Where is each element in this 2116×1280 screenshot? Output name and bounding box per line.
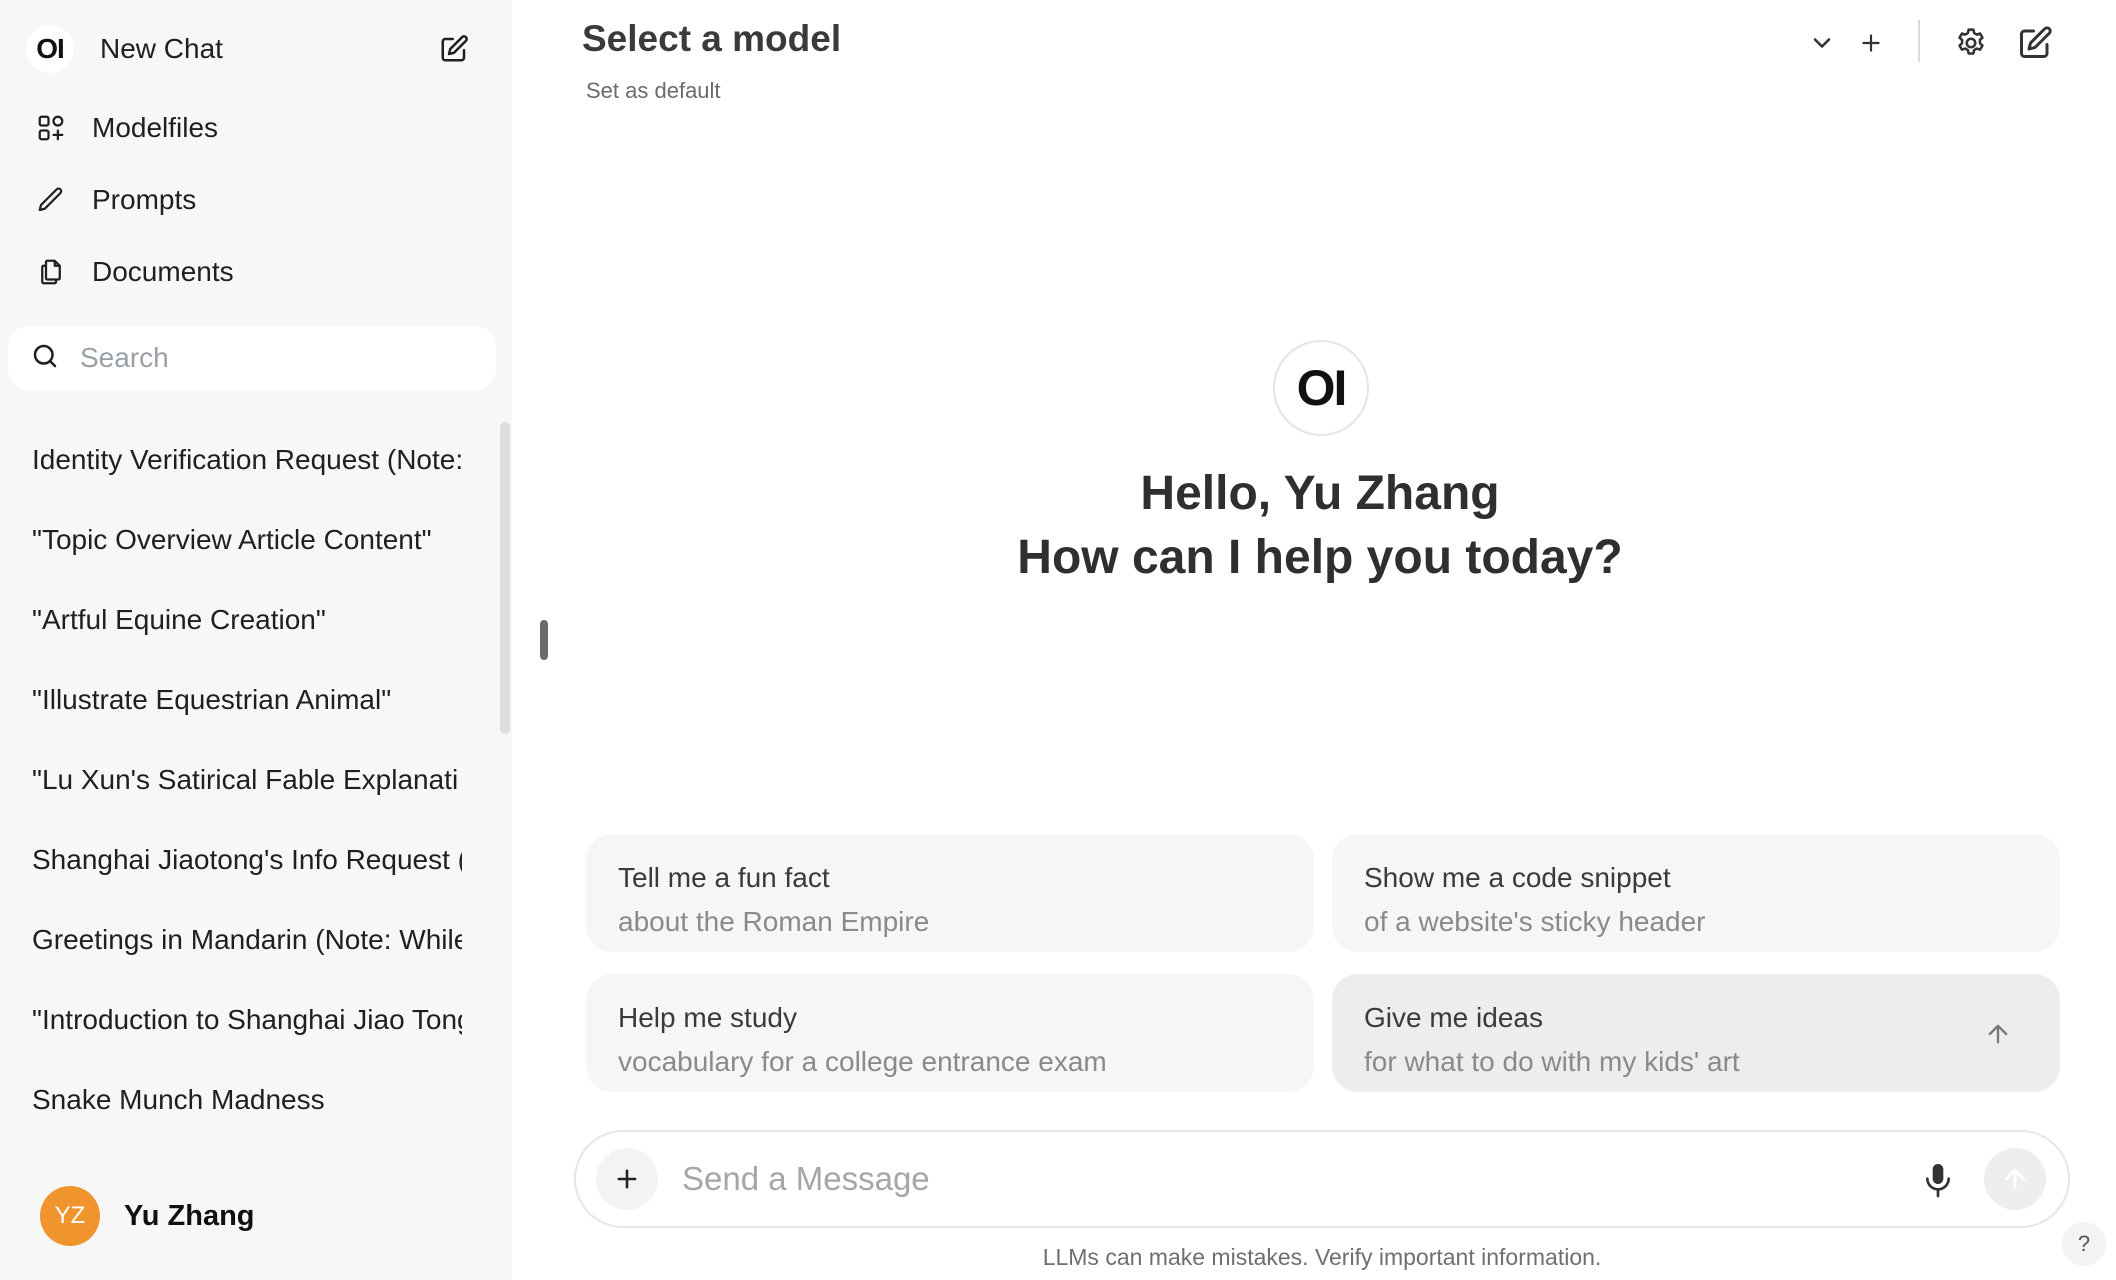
send-button[interactable] [1984,1148,2046,1210]
help-button[interactable]: ? [2062,1222,2106,1266]
suggestion-subtitle: for what to do with my kids' art [1364,1046,1740,1077]
suggestion-card[interactable]: Tell me a fun fact about the Roman Empir… [586,834,1314,952]
chat-history-item[interactable]: Snake Munch Madness [0,1060,462,1120]
greeting-line-1: Hello, Yu Zhang [1140,467,1500,520]
arrow-up-icon[interactable] [1978,1014,2018,1054]
search-input[interactable] [80,342,460,374]
chat-history-item[interactable]: "Topic Overview Article Content" [0,500,462,580]
chat-history-item[interactable]: Greetings in Mandarin (Note: While [0,900,462,980]
suggestion-title: Show me a code snippet [1364,862,1671,893]
chevron-down-icon[interactable] [1797,18,1847,68]
greeting-line-2: How can I help you today? [1017,531,1623,584]
user-name: Yu Zhang [124,1199,255,1232]
suggestion-title: Give me ideas [1364,1002,1543,1033]
suggestion-card[interactable]: Give me ideas for what to do with my kid… [1332,974,2060,1092]
chat-history-item[interactable]: "Lu Xun's Satirical Fable Explanati [0,740,462,820]
chat-history-list: Identity Verification Request (Note: "To… [0,420,470,1120]
new-chat-row[interactable]: OI New Chat [26,22,474,76]
message-composer [574,1130,2070,1228]
suggestion-subtitle: of a website's sticky header [1364,906,1706,937]
chat-history-item[interactable]: "Introduction to Shanghai Jiao Tong [0,980,462,1060]
model-selector[interactable]: Select a model [582,18,841,60]
sidebar-item-label: Prompts [92,184,197,215]
chat-history-item[interactable]: "Artful Equine Creation" [0,580,462,660]
avatar: YZ [40,1186,100,1246]
sidebar-resize-handle[interactable] [540,620,548,660]
sidebar-item-label: Documents [92,256,234,287]
attach-plus-icon[interactable] [596,1148,658,1210]
sidebar-item-label: Modelfiles [92,112,219,143]
suggestion-subtitle: vocabulary for a college entrance exam [618,1046,1107,1077]
new-chat-compose-icon[interactable] [434,29,474,69]
documents-icon [26,247,76,297]
search-icon [30,341,60,376]
suggestion-card[interactable]: Show me a code snippet of a website's st… [1332,834,2060,952]
user-menu[interactable]: YZ Yu Zhang [40,1186,255,1246]
suggestion-subtitle: about the Roman Empire [618,906,930,937]
set-default-link[interactable]: Set as default [586,78,721,104]
greeting: Hello, Yu Zhang How can I help you today… [720,462,1920,590]
chat-history-item[interactable]: Shanghai Jiaotong's Info Request ( [0,820,462,900]
sidebar: OI New Chat Modelfiles Prompts Documents… [0,0,512,1280]
sidebar-item-modelfiles[interactable]: Modelfiles [26,100,486,156]
gear-icon[interactable] [1946,18,1996,68]
sidebar-item-documents[interactable]: Documents [26,244,486,300]
microphone-icon[interactable] [1916,1158,1960,1202]
suggestion-card[interactable]: Help me study vocabulary for a college e… [586,974,1314,1092]
disclaimer-text: LLMs can make mistakes. Verify important… [1042,1244,1602,1270]
new-chat-icon[interactable] [2010,18,2060,68]
app-root: OI New Chat Modelfiles Prompts Documents… [0,0,2116,1280]
sidebar-scrollbar[interactable] [500,422,510,734]
modelfiles-icon [26,103,76,153]
app-logo: OI [26,25,74,73]
chat-history-item[interactable]: Identity Verification Request (Note: [0,420,462,500]
search-box [8,326,496,390]
message-input[interactable] [682,1160,1882,1198]
suggestion-title: Tell me a fun fact [618,862,830,893]
chat-history-item[interactable]: "Illustrate Equestrian Animal" [0,660,462,740]
toolbar-divider [1918,20,1920,62]
hero-logo: OI [1273,340,1369,436]
pencil-icon [26,175,76,225]
suggestion-title: Help me study [618,1002,797,1033]
sidebar-item-prompts[interactable]: Prompts [26,172,486,228]
add-model-icon[interactable] [1846,18,1896,68]
new-chat-label: New Chat [100,33,223,64]
